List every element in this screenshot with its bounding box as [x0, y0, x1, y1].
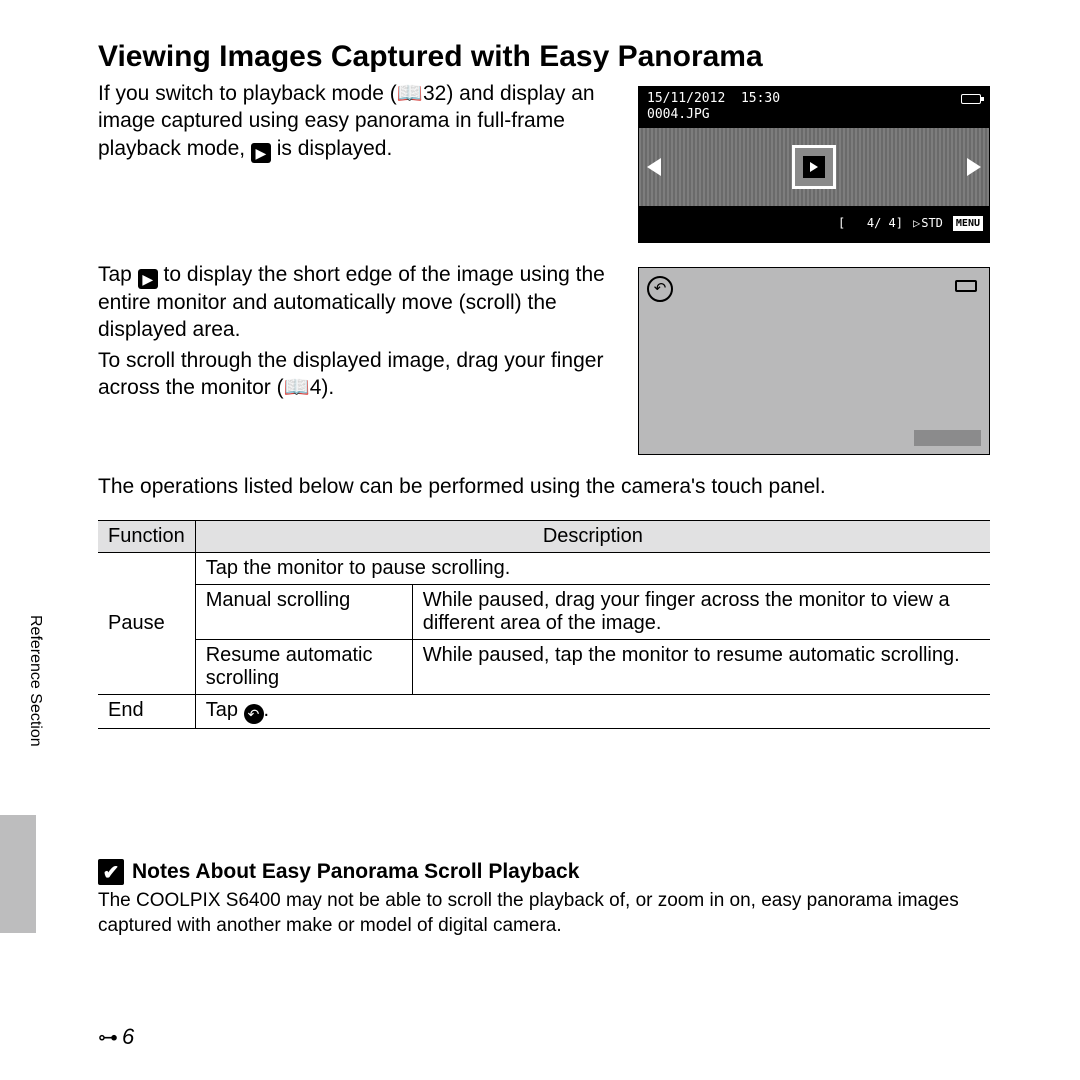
section-tab: [0, 815, 36, 933]
page-title: Viewing Images Captured with Easy Panora…: [98, 40, 1080, 74]
para2a: Tap: [98, 263, 138, 286]
checkmark-icon: ✔: [98, 859, 124, 885]
manual-ref-icon: 📖: [284, 375, 310, 399]
battery-icon: [955, 280, 977, 292]
cell-resume-desc: While paused, tap the monitor to resume …: [412, 639, 990, 694]
scroll-paragraph: Tap ▶ to display the short edge of the i…: [98, 261, 638, 406]
cell-pause-desc: Tap the monitor to pause scrolling.: [195, 552, 990, 584]
cell-manual: Manual scrolling: [195, 584, 412, 639]
th-description: Description: [195, 520, 990, 552]
cell-pause: Pause: [98, 552, 195, 694]
camera-lcd-scroll-preview: ↶: [638, 267, 990, 455]
std-indicator-icon: STD: [913, 216, 943, 232]
cell-manual-desc: While paused, drag your finger across th…: [412, 584, 990, 639]
section-label: Reference Section: [26, 615, 44, 747]
cell-end: End: [98, 694, 195, 729]
para3a: To scroll through the displayed image, d…: [98, 349, 603, 399]
menu-button-icon: MENU: [953, 216, 983, 231]
play-button-icon: [792, 145, 836, 189]
cell-resume: Resume automatic scrolling: [195, 639, 412, 694]
play-icon: ▶: [251, 143, 271, 163]
prev-arrow-icon: [647, 158, 661, 176]
manual-ref-icon: 📖: [397, 81, 423, 105]
operations-intro: The operations listed below can be perfo…: [98, 473, 966, 500]
notes-heading: Notes About Easy Panorama Scroll Playbac…: [132, 860, 579, 884]
page-number: 6: [98, 1024, 134, 1050]
lcd-file: 0004.JPG: [647, 107, 710, 122]
operations-table: Function Description Pause Tap the monit…: [98, 520, 990, 730]
notes-body: The COOLPIX S6400 may not be able to scr…: [98, 889, 990, 938]
back-icon: ↶: [244, 704, 264, 724]
lcd-counter: [ 4/ 4]: [838, 216, 903, 232]
next-arrow-icon: [967, 158, 981, 176]
para1a: If you switch to playback mode (: [98, 82, 397, 105]
para2b: to display the short edge of the image u…: [98, 263, 605, 341]
para3b: 4).: [310, 376, 335, 399]
intro-paragraph: If you switch to playback mode (📖32) and…: [98, 80, 638, 167]
para1c: is displayed.: [271, 137, 392, 160]
cell-end-desc: Tap ↶.: [195, 694, 990, 729]
th-function: Function: [98, 520, 195, 552]
play-icon: ▶: [138, 269, 158, 289]
battery-icon: [961, 94, 981, 104]
lcd-time: 15:30: [741, 91, 780, 106]
back-icon: ↶: [647, 276, 673, 302]
lcd-date: 15/11/2012: [647, 91, 725, 106]
camera-lcd-preview: 15/11/2012 15:30 0004.JPG [ 4/ 4] STD ME…: [638, 86, 990, 243]
